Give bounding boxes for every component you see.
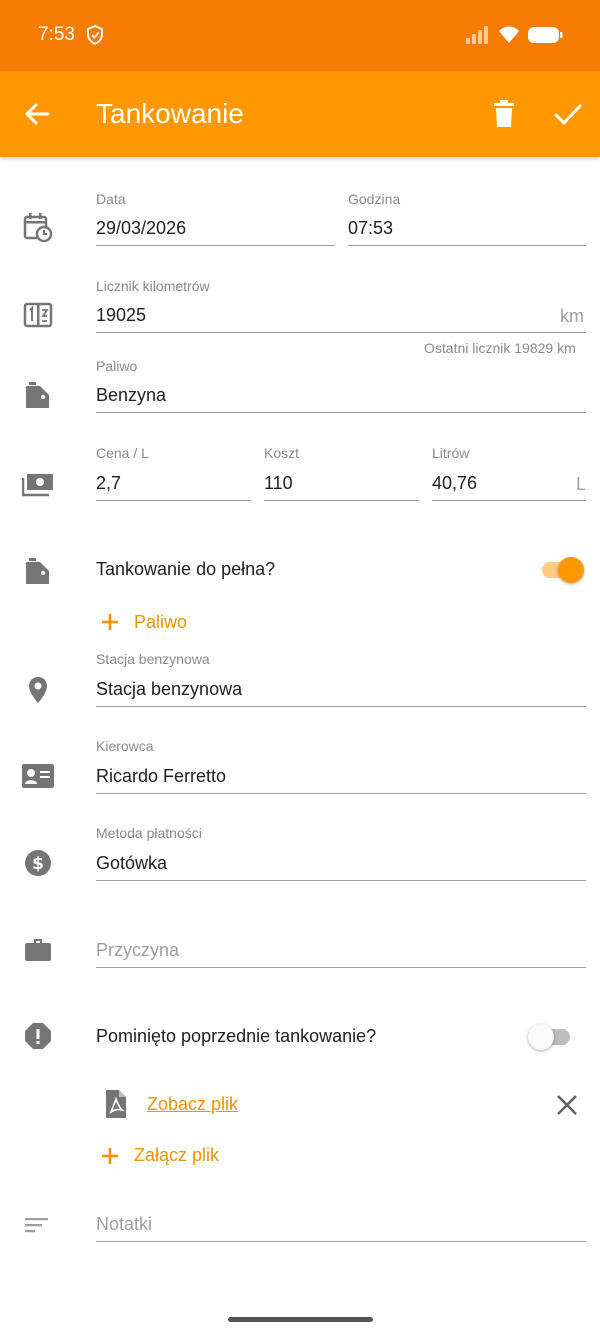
odometer-label: Licznik kilometrów: [96, 278, 210, 294]
location-pin-icon: [29, 677, 47, 703]
close-icon[interactable]: [552, 1090, 582, 1120]
view-file-link[interactable]: Zobacz plik: [147, 1094, 238, 1115]
station-label: Stacja benzynowa: [96, 651, 210, 667]
id-card-icon: [22, 764, 54, 788]
add-fuel-button[interactable]: Paliwo: [134, 612, 187, 633]
driver-field[interactable]: Ricardo Ferretto: [96, 762, 586, 794]
odometer-unit: km: [560, 306, 584, 326]
notes-lines-icon: [25, 1218, 48, 1233]
toggle-thumb: [558, 557, 584, 583]
attach-file-button[interactable]: Załącz plik: [134, 1145, 219, 1166]
plus-icon[interactable]: [99, 1145, 121, 1167]
full-tank-toggle[interactable]: [538, 553, 586, 587]
fuel-can-icon: [26, 558, 49, 584]
missed-previous-label: Pominięto poprzednie tankowanie?: [96, 1026, 377, 1046]
dollar-circle-icon: $: [25, 850, 51, 876]
pdf-file-icon: [106, 1090, 126, 1118]
driver-label: Kierowca: [96, 738, 154, 754]
fuel-field[interactable]: Benzyna: [96, 381, 586, 413]
notes-field[interactable]: Notatki: [96, 1210, 586, 1242]
svg-text:$: $: [32, 854, 44, 874]
payment-label: Metoda płatności: [96, 825, 202, 841]
page-title: Tankowanie: [96, 98, 244, 129]
odometer-field[interactable]: 19025: [96, 301, 586, 333]
missed-previous-toggle[interactable]: [528, 1020, 576, 1054]
odometer-icon: [23, 302, 53, 328]
full-tank-label: Tankowanie do pełna?: [96, 559, 276, 579]
plus-icon[interactable]: [99, 611, 121, 633]
checkmark-icon[interactable]: [550, 97, 586, 131]
status-bar: 7:53: [0, 0, 600, 71]
price-field[interactable]: 2,7: [96, 469, 251, 501]
time-field[interactable]: 07:53: [348, 214, 586, 246]
briefcase-icon: [25, 939, 51, 961]
payment-field[interactable]: Gotówka: [96, 849, 586, 881]
calendar-clock-icon: [23, 213, 53, 242]
battery-icon: [528, 27, 563, 43]
app-bar: Tankowanie: [0, 71, 600, 157]
toggle-thumb: [528, 1024, 554, 1050]
arrow-left-icon[interactable]: [20, 97, 54, 131]
cost-label: Koszt: [264, 445, 300, 461]
price-label: Cena / L: [96, 445, 149, 461]
alert-octagon-icon: [25, 1023, 51, 1049]
liters-field[interactable]: 40,76: [432, 469, 586, 501]
station-field[interactable]: Stacja benzynowa: [96, 675, 586, 707]
money-icon: [22, 474, 53, 497]
shield-icon: [87, 25, 103, 45]
trash-icon[interactable]: [487, 97, 521, 131]
cost-field[interactable]: 110: [264, 469, 419, 501]
fuel-can-icon: [26, 382, 49, 408]
liters-label: Litrów: [432, 445, 470, 461]
time-label: Godzina: [348, 191, 401, 207]
home-indicator[interactable]: [228, 1317, 373, 1322]
wifi-icon: [499, 26, 519, 43]
reason-field[interactable]: Przyczyna: [96, 936, 586, 968]
date-label: Data: [96, 191, 126, 207]
date-field[interactable]: 29/03/2026: [96, 214, 335, 246]
signal-icon: [466, 26, 488, 44]
liters-unit: L: [576, 474, 587, 494]
fuel-label: Paliwo: [96, 358, 138, 374]
status-time: 7:53: [38, 24, 75, 45]
odometer-hint: Ostatni licznik 19829 km: [424, 340, 576, 356]
